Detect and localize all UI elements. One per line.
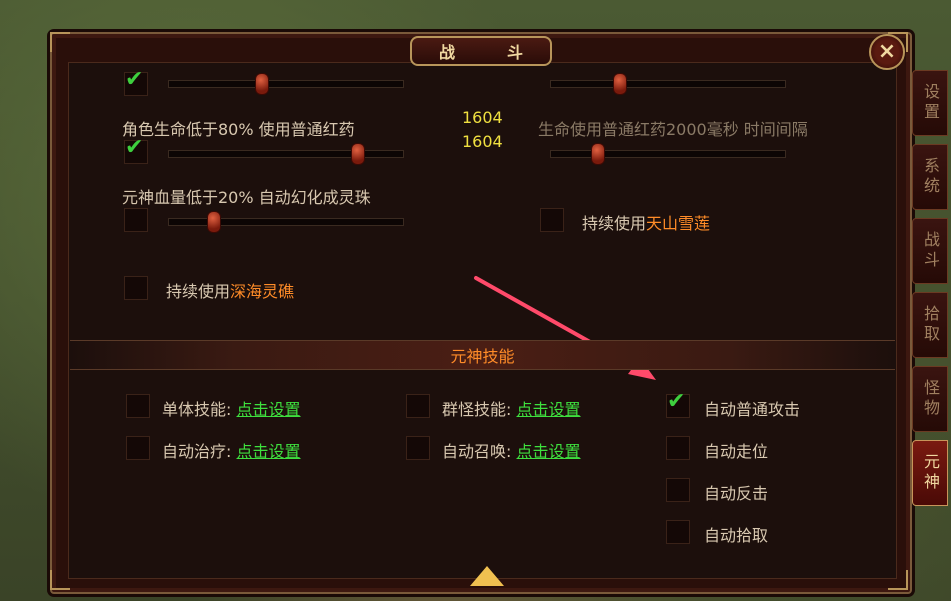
orb-checkbox[interactable]	[124, 208, 148, 232]
auto-attack-label: 自动普通攻击	[704, 400, 801, 419]
tab-combat[interactable]: 战斗	[912, 218, 948, 284]
interval-slider[interactable]	[550, 73, 786, 95]
role-hp-label: 角色生命低于80% 使用普通红药	[122, 120, 355, 139]
frame-corner	[50, 32, 70, 52]
group-skill-label: 群怪技能: 点击设置	[442, 400, 581, 419]
auto-summon-label: 自动召唤: 点击设置	[442, 442, 581, 461]
slider-knob[interactable]	[613, 73, 627, 95]
side-tabs: 设置 系统 战斗 拾取 怪物 元神	[912, 70, 950, 514]
guide-arrow-icon	[474, 276, 656, 380]
hp-threshold-slider[interactable]	[168, 73, 404, 95]
sea-stone-checkbox[interactable]	[124, 276, 148, 300]
slider-knob[interactable]	[207, 211, 221, 233]
interval-label: 生命使用普通红药2000毫秒 时间间隔	[538, 120, 808, 139]
auto-pickup-checkbox[interactable]	[666, 520, 690, 544]
slider-knob[interactable]	[255, 73, 269, 95]
sea-stone-label: 持续使用深海灵礁	[166, 282, 295, 301]
tab-settings[interactable]: 设置	[912, 70, 948, 136]
hp-potion-checkbox[interactable]: ✔	[124, 67, 148, 96]
check-icon: ✔	[125, 135, 144, 160]
spirit-hp-checkbox[interactable]: ✔	[124, 135, 148, 164]
tab-system[interactable]: 系统	[912, 144, 948, 210]
single-skill-checkbox[interactable]	[126, 394, 150, 418]
auto-heal-checkbox[interactable]	[126, 436, 150, 460]
single-skill-label: 单体技能: 点击设置	[162, 400, 301, 419]
snow-lotus-label: 持续使用天山雪莲	[582, 214, 711, 233]
check-icon: ✔	[125, 67, 144, 92]
auto-summon-link[interactable]: 点击设置	[517, 442, 581, 461]
group-skill-checkbox[interactable]	[406, 394, 430, 418]
orb-slider[interactable]	[168, 211, 404, 233]
group-skill-link[interactable]: 点击设置	[517, 400, 581, 419]
collapse-arrow-icon[interactable]	[470, 566, 504, 586]
auto-move-label: 自动走位	[704, 442, 769, 461]
auto-counter-checkbox[interactable]	[666, 478, 690, 502]
auto-pickup-label: 自动拾取	[704, 526, 769, 545]
snow-lotus-checkbox[interactable]	[540, 208, 564, 232]
spirit-threshold-slider[interactable]	[168, 143, 404, 165]
slider-knob[interactable]	[591, 143, 605, 165]
tab-spirit[interactable]: 元神	[912, 440, 948, 506]
auto-heal-link[interactable]: 点击设置	[237, 442, 301, 461]
section-header: 元神技能	[70, 340, 895, 370]
value-readout: 1604	[462, 132, 503, 151]
auto-attack-checkbox[interactable]: ✔	[666, 389, 690, 418]
interval-slider-2[interactable]	[550, 143, 786, 165]
window-title: 战 斗	[410, 36, 552, 66]
auto-counter-label: 自动反击	[704, 484, 769, 503]
auto-heal-label: 自动治疗: 点击设置	[162, 442, 301, 461]
spirit-hp-label: 元神血量低于20% 自动幻化成灵珠	[122, 188, 371, 207]
frame-corner	[50, 570, 70, 590]
check-icon: ✔	[667, 389, 686, 414]
close-button[interactable]: ×	[869, 34, 905, 70]
slider-knob[interactable]	[351, 143, 365, 165]
tab-pickup[interactable]: 拾取	[912, 292, 948, 358]
single-skill-link[interactable]: 点击设置	[237, 400, 301, 419]
auto-move-checkbox[interactable]	[666, 436, 690, 460]
tab-monster[interactable]: 怪物	[912, 366, 948, 432]
auto-summon-checkbox[interactable]	[406, 436, 430, 460]
value-readout: 1604	[462, 108, 503, 127]
